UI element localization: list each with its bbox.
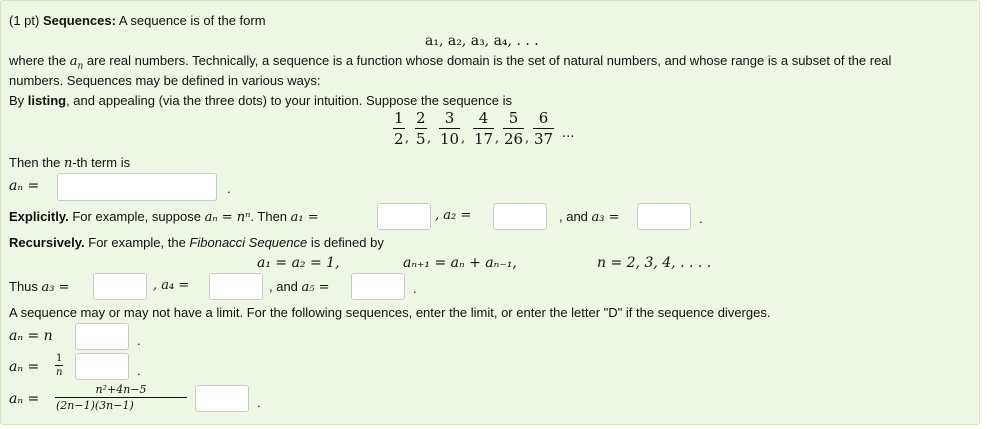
fraction-numerator: 4	[478, 109, 489, 127]
limit-1-expr: aₙ = n	[9, 328, 53, 344]
explicit-a2-label: , a₂ =	[435, 208, 472, 223]
limit-2-fraction: 1 n	[55, 353, 64, 378]
points-label: (1 pt)	[9, 13, 40, 28]
fib-a5-label: , and a₅ =	[269, 279, 330, 295]
listing-ellipsis: ...	[562, 126, 575, 141]
fib-a4-label: , a₄ =	[153, 278, 190, 293]
fraction-denominator: 10	[439, 128, 461, 148]
problem-panel: (1 pt) Sequences: A sequence is of the f…	[0, 0, 980, 425]
listing-line: By listing, and appealing (via the three…	[9, 93, 512, 108]
recursive-line: Recursively. For example, the Fibonacci …	[9, 235, 384, 250]
definition-line-2: numbers. Sequences may be defined in var…	[9, 73, 321, 88]
explicit-a1-input[interactable]	[377, 203, 431, 230]
nth-term-input[interactable]	[57, 173, 217, 201]
fraction-numerator: 5	[508, 109, 519, 127]
listing-fraction: 12	[393, 109, 405, 148]
fraction-denominator: 26	[503, 128, 525, 148]
fib-a4-input[interactable]	[209, 273, 263, 300]
fib-thus-label: Thus a₃ =	[9, 279, 70, 295]
nth-term-label: Then the n-th term is	[9, 155, 131, 171]
nth-term-period: .	[227, 181, 231, 196]
fraction-denominator: 2	[393, 128, 405, 148]
fraction-denominator: 17	[473, 128, 495, 148]
fib-range: n = 2, 3, 4, . . . .	[597, 255, 712, 271]
limits-instructions: A sequence may or may not have a limit. …	[9, 305, 771, 320]
limit-1-period: .	[137, 333, 141, 348]
listing-fraction: 6 37	[533, 109, 555, 148]
explicit-a3-input[interactable]	[637, 203, 691, 230]
limit-3-lhs: aₙ =	[9, 391, 40, 407]
fraction-comma: ,	[427, 131, 432, 146]
listing-fraction: 3 10	[439, 109, 461, 148]
fib-period: .	[413, 281, 417, 296]
fib-a5-input[interactable]	[351, 273, 405, 300]
an-symbol: an	[69, 54, 84, 72]
fraction-denominator: 37	[533, 128, 555, 148]
limit-3-input[interactable]	[195, 385, 249, 412]
fib-initial: a₁ = a₂ = 1,	[257, 255, 340, 271]
fraction-comma: ,	[525, 131, 530, 146]
limit-2-period: .	[137, 363, 141, 378]
limit-2-input[interactable]	[75, 353, 129, 380]
fib-recurrence: aₙ₊₁ = aₙ + aₙ₋₁,	[403, 255, 517, 271]
fraction-numerator: 2	[416, 109, 426, 127]
intro-text: A sequence is of the form	[115, 13, 266, 28]
explicit-a3-label: , and a₃ =	[559, 209, 620, 225]
fraction-comma: ,	[461, 131, 466, 146]
fraction-numerator: 6	[538, 109, 549, 127]
fraction-numerator: 3	[444, 109, 455, 127]
problem-header: (1 pt) Sequences: A sequence is of the f…	[9, 13, 266, 28]
fraction-comma: ,	[495, 131, 500, 146]
limit-3-period: .	[257, 395, 261, 410]
limit-1-input[interactable]	[75, 323, 129, 350]
problem-title: Sequences:	[42, 13, 116, 28]
explicit-a2-input[interactable]	[493, 203, 547, 230]
explicit-period: .	[699, 211, 703, 226]
listing-fraction: 4 17	[473, 109, 495, 148]
fib-a3-input[interactable]	[93, 273, 147, 300]
limit-3-fraction: n²+4n−5 (2n−1)(3n−1)	[55, 383, 187, 412]
listing-fraction: 25	[415, 109, 427, 148]
definition-line-1: where the an are real numbers. Technical…	[9, 53, 892, 72]
fraction-denominator: 5	[415, 128, 427, 148]
explicit-line: Explicitly. For example, suppose aₙ = nⁿ…	[9, 209, 319, 225]
limit-2-lhs: aₙ =	[9, 359, 40, 375]
nth-term-lhs: aₙ =	[9, 178, 40, 194]
fraction-comma: ,	[405, 131, 410, 146]
sequence-form: a₁, a₂, a₃, a₄, . . .	[425, 33, 539, 49]
fraction-numerator: 1	[394, 109, 404, 127]
listing-fraction: 5 26	[503, 109, 525, 148]
